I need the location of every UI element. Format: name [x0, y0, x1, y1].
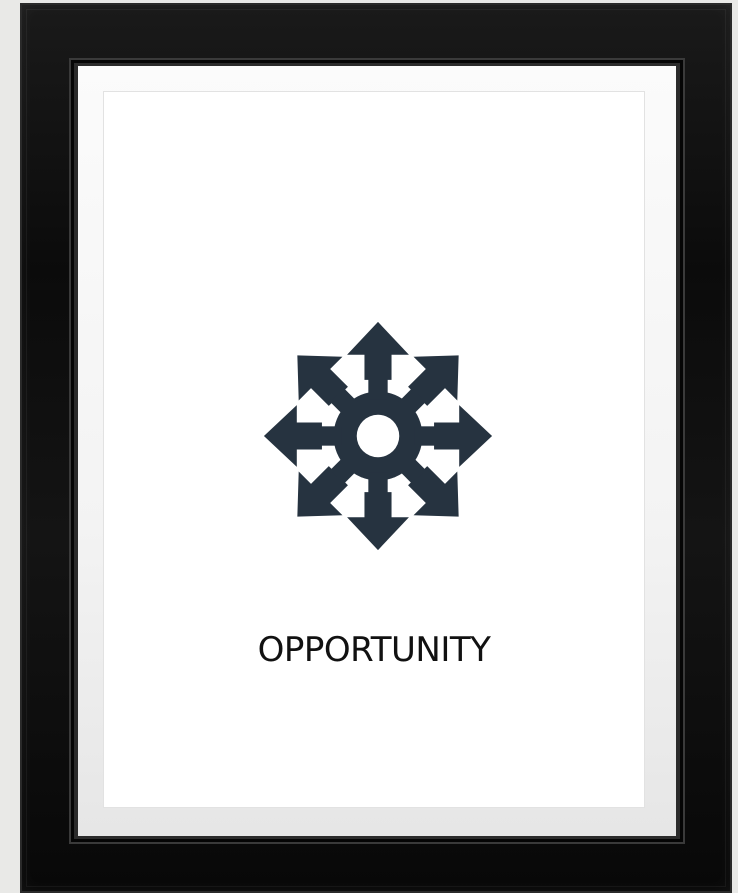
scene-background: OPPORTUNITY	[0, 0, 738, 893]
gear-with-outward-arrows-icon	[263, 321, 493, 551]
arrow-down-icon	[347, 492, 409, 551]
poster-caption: OPPORTUNITY	[257, 630, 491, 670]
arrow-up-icon	[347, 321, 409, 380]
poster-artwork: OPPORTUNITY	[104, 92, 644, 807]
gear-hole	[356, 414, 400, 458]
picture-frame: OPPORTUNITY	[20, 3, 732, 893]
arrow-left-icon	[263, 405, 322, 467]
arrow-right-icon	[434, 405, 493, 467]
frame-mat: OPPORTUNITY	[78, 66, 676, 836]
